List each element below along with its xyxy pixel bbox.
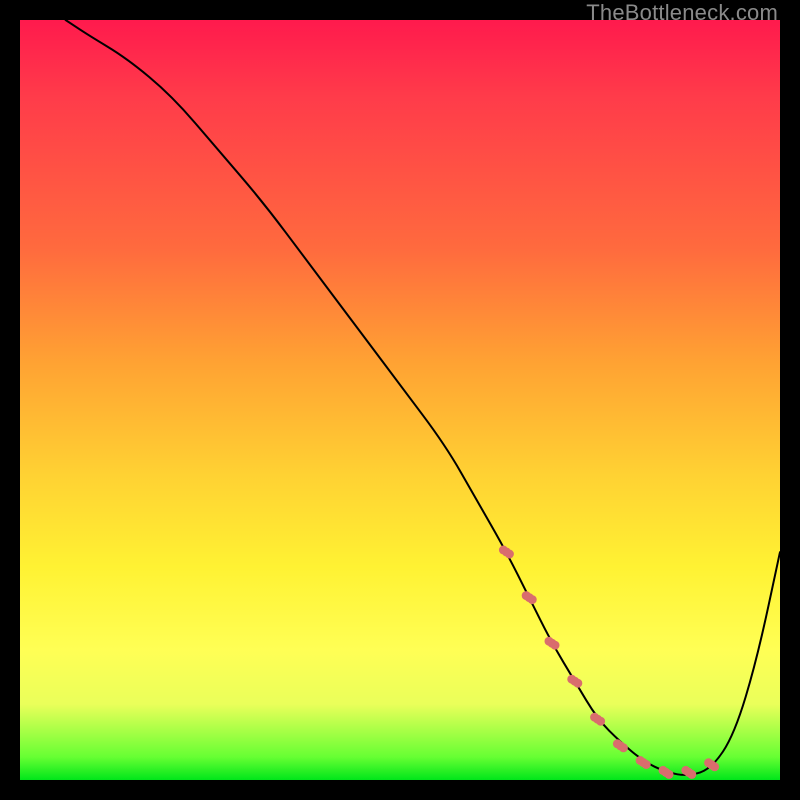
plot-area xyxy=(20,20,780,780)
chart-stage: TheBottleneck.com xyxy=(0,0,800,800)
watermark-text: TheBottleneck.com xyxy=(586,0,778,26)
